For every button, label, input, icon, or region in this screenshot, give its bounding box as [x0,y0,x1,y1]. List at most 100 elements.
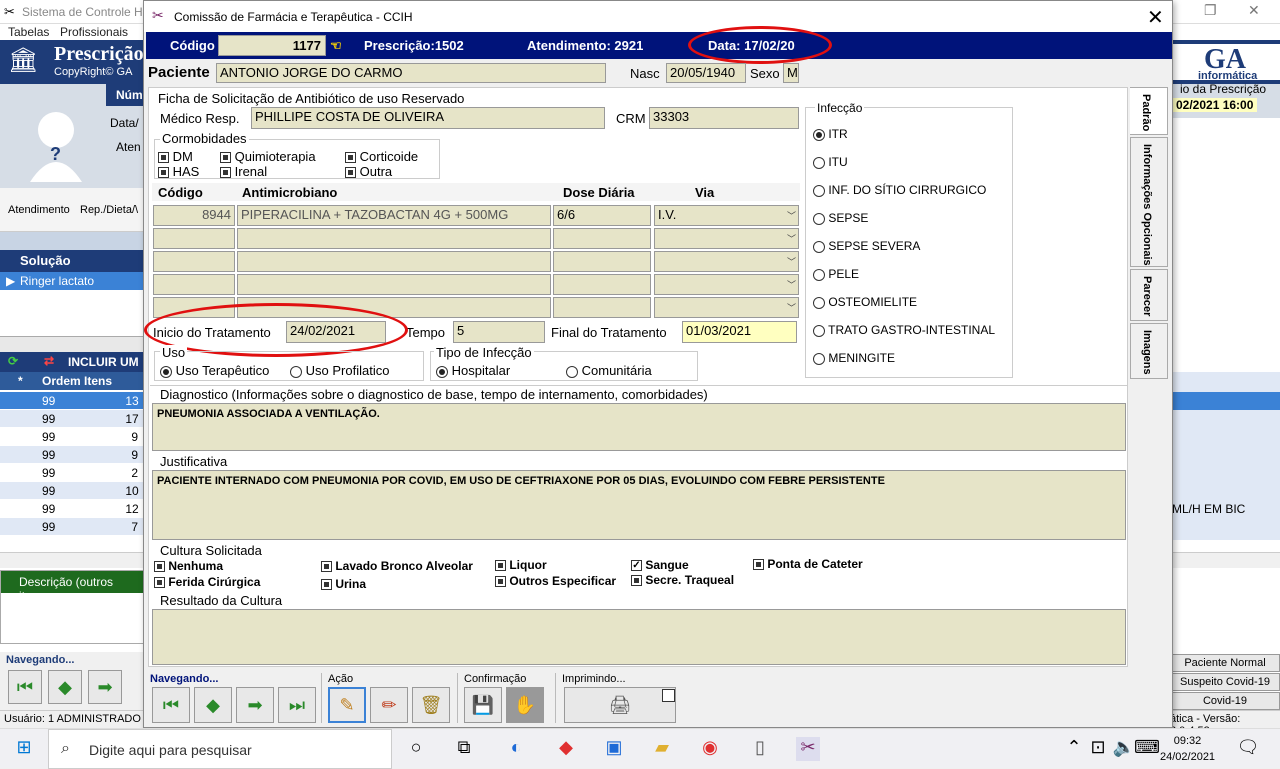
comorb-corticoide[interactable]: Corticoide [345,149,418,164]
chevron-down-icon[interactable]: ﹀ [787,209,796,222]
radio-osteomielite[interactable] [813,296,825,309]
tab-informacoes-opcionais[interactable]: Informações Opcionais [1130,137,1168,267]
row4-dose[interactable] [553,274,651,295]
cultura-sangue[interactable]: ✓ Sangue [631,558,689,572]
table-row[interactable]: 99 7 [0,518,146,536]
taskbar-search[interactable]: ⌕ Digite aqui para pesquisar [48,729,392,769]
tab-atendimento[interactable]: Atendimento [8,204,70,216]
checkbox-has[interactable] [158,167,169,179]
row3-antimicrobiano[interactable] [237,251,551,272]
checkbox-urina[interactable] [321,579,332,591]
table-row[interactable]: 99 9 [0,428,146,446]
radio-sitio[interactable] [813,184,825,197]
refresh-icon[interactable]: ⟳ [8,354,18,368]
cultura-liquor[interactable]: Liquor [495,558,547,572]
checkbox-ferida[interactable] [154,577,165,589]
cancel-button[interactable]: ✋ [506,687,544,723]
table-row[interactable]: 99 12 [0,500,146,518]
cultura-lavado[interactable]: Lavado Bronco Alveolar [321,559,473,573]
infeccao-pele[interactable]: PELE [813,267,859,281]
radio-uso-terapeutico[interactable] [160,365,172,378]
row5-via[interactable]: ﹀ [654,297,799,318]
checkbox-quimioterapia[interactable] [220,152,231,164]
checkbox-secre[interactable] [631,575,642,587]
arrows-icon[interactable]: ⇄ [44,354,54,368]
infeccao-itu[interactable]: ITU [813,155,848,169]
row4-via[interactable]: ﹀ [654,274,799,295]
solucao-row[interactable]: ▶ Ringer lactato [0,272,146,290]
volume-icon[interactable]: 🔈 [1112,737,1136,761]
cultura-urina[interactable]: Urina [321,577,366,591]
menu-tabelas[interactable]: Tabelas [8,25,49,39]
comorb-irenal[interactable]: Irenal [220,164,267,179]
radio-sepse-severa[interactable] [813,240,825,253]
save-button[interactable]: 💾 [464,687,502,723]
table-row[interactable]: 99 17 [0,410,146,428]
first-record-icon[interactable]: ⏮ [8,670,42,704]
edge-icon[interactable]: ◐ [504,737,528,761]
comunitaria-option[interactable]: Comunitária [566,363,652,378]
table-row[interactable]: 99 2 [0,464,146,482]
row1-codigo[interactable]: 8944 [153,205,235,226]
notification-icon[interactable]: 🗨 [1236,737,1260,761]
chevron-down-icon[interactable]: ﹀ [787,278,796,291]
radio-uso-profilatico[interactable] [290,365,302,378]
dialog-close-icon[interactable]: ✕ [1147,5,1164,30]
uso-terapeutico-option[interactable]: Uso Terapêutico [160,363,269,378]
diagnostico-field[interactable]: PNEUMONIA ASSOCIADA A VENTILAÇÃO. [152,403,1126,451]
prev-button[interactable]: ◆ [194,687,232,723]
cultura-secre[interactable]: Secre. Traqueal [631,573,734,587]
remote-desktop-icon[interactable]: ▣ [602,737,626,761]
tab-parecer[interactable]: Parecer [1130,269,1168,321]
comorb-dm[interactable]: DM [158,149,193,164]
file-explorer-icon[interactable]: ▰ [650,737,674,761]
row1-via[interactable]: I.V. ﹀ [654,205,799,226]
chevron-down-icon[interactable]: ﹀ [787,301,796,314]
first-button[interactable]: ⏮ [152,687,190,723]
network-icon[interactable]: ⊡ [1086,737,1110,761]
infeccao-osteomielite[interactable]: OSTEOMIELITE [813,295,917,309]
resultado-field[interactable] [152,609,1126,665]
checkbox-outra[interactable] [345,167,356,179]
infeccao-trato[interactable]: TRATO GASTRO-INTESTINAL [813,323,995,337]
hospitalar-option[interactable]: Hospitalar [436,363,510,378]
chevron-down-icon[interactable]: ﹀ [787,255,796,268]
document-icon[interactable]: ▯ [748,737,772,761]
row4-codigo[interactable] [153,274,235,295]
sexo-field[interactable]: M [783,63,799,83]
menu-profissionais[interactable]: Profissionais [60,25,128,39]
codigo-field[interactable]: 1177 [218,35,326,56]
table-row[interactable]: 99 10 [0,482,146,500]
app-taskbar-icon[interactable]: ✂ [796,737,820,761]
medico-field[interactable]: PHILLIPE COSTA DE OLIVEIRA [251,107,605,129]
checkbox-sangue-checked[interactable]: ✓ [631,560,642,572]
close-icon[interactable]: ✕ [1248,2,1260,19]
anydesk-icon[interactable]: ◆ [554,737,578,761]
row3-via[interactable]: ﹀ [654,251,799,272]
chrome-icon[interactable]: ◉ [698,737,722,761]
nasc-field[interactable]: 20/05/1940 [666,63,746,83]
tray-chevron-icon[interactable]: ⌃ [1062,737,1086,761]
next-button[interactable]: ➡ [236,687,274,723]
restore-icon[interactable]: ❐ [1204,2,1217,19]
radio-pele[interactable] [813,268,825,281]
comorb-outra[interactable]: Outra [345,164,392,179]
checkbox-nenhuma[interactable] [154,561,165,573]
row2-antimicrobiano[interactable] [237,228,551,249]
radio-meningite[interactable] [813,352,825,365]
delete-button[interactable]: 🗑 [412,687,450,723]
radio-trato[interactable] [813,324,825,337]
print-checkbox[interactable] [662,689,675,702]
cultura-ponta[interactable]: Ponta de Cateter [753,557,863,571]
radio-itu[interactable] [813,156,825,169]
uso-profilatico-option[interactable]: Uso Profilatico [290,363,389,378]
paciente-field[interactable]: ANTONIO JORGE DO CARMO [216,63,606,83]
cultura-ferida[interactable]: Ferida Cirúrgica [154,575,260,589]
infeccao-sepse-severa[interactable]: SEPSE SEVERA [813,239,920,253]
checkbox-dm[interactable] [158,152,169,164]
row5-dose[interactable] [553,297,651,318]
tempo-field[interactable]: 5 [453,321,545,343]
cultura-outros[interactable]: Outros Especificar [495,574,616,588]
tab-rep-dieta[interactable]: Rep./Dieta/\ [80,204,138,216]
radio-itr[interactable] [813,128,825,141]
